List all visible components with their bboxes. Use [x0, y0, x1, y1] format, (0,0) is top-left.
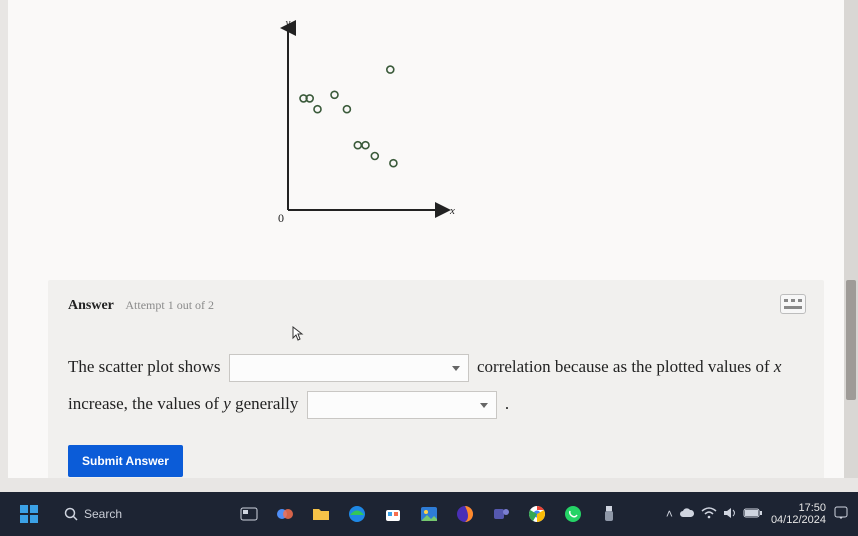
sentence-part1: The scatter plot shows [68, 357, 221, 376]
submit-answer-button[interactable]: Submit Answer [68, 445, 183, 477]
chrome-icon[interactable] [524, 501, 550, 527]
cloud-icon[interactable] [679, 507, 695, 522]
scatter-plot: y x 0 [258, 20, 458, 230]
var-y: y [223, 394, 231, 413]
whatsapp-icon[interactable] [560, 501, 586, 527]
taskbar-pinned-apps [236, 501, 622, 527]
edge-icon[interactable] [344, 501, 370, 527]
answer-label: Answer [68, 298, 114, 313]
search-placeholder: Search [84, 507, 122, 521]
firefox-icon[interactable] [452, 501, 478, 527]
chevron-up-icon[interactable]: ˄ [666, 507, 673, 521]
sentence-part4: generally [235, 394, 298, 413]
taskbar-search[interactable]: Search [54, 503, 132, 525]
notifications-icon[interactable] [834, 506, 848, 523]
answer-panel: Answer Attempt 1 out of 2 The scatter pl… [48, 280, 824, 478]
teams-icon[interactable] [488, 501, 514, 527]
search-icon [64, 507, 78, 521]
vertical-scrollbar[interactable] [844, 0, 858, 478]
taskbar-tray: ˄ 17:50 04/12/2024 [666, 502, 848, 526]
clock-date: 04/12/2024 [771, 514, 826, 526]
battery-icon[interactable] [743, 507, 763, 521]
page-content: y x 0 Answer Attempt 1 out of 2 The scat… [8, 0, 844, 478]
volume-icon[interactable] [723, 507, 737, 522]
keyboard-icon[interactable] [780, 294, 806, 314]
answer-sentence: The scatter plot shows correlation becau… [68, 348, 804, 423]
cursor-icon [292, 326, 304, 342]
file-explorer-icon[interactable] [308, 501, 334, 527]
clock-time: 17:50 [771, 502, 826, 514]
copilot-icon[interactable] [272, 501, 298, 527]
start-button[interactable] [14, 499, 44, 529]
store-icon[interactable] [380, 501, 406, 527]
taskbar: Search ˄ 17:50 04/12/2024 [0, 492, 858, 536]
correlation-dropdown[interactable] [229, 354, 469, 382]
wifi-icon[interactable] [701, 507, 717, 522]
answer-header: Answer Attempt 1 out of 2 [68, 298, 804, 314]
svg-text:0: 0 [278, 211, 284, 225]
photos-icon[interactable] [416, 501, 442, 527]
trend-dropdown[interactable] [307, 391, 497, 419]
scroll-thumb[interactable] [846, 280, 856, 400]
sentence-part2: correlation because as the plotted value… [477, 357, 770, 376]
taskbar-clock[interactable]: 17:50 04/12/2024 [771, 502, 826, 526]
svg-text:x: x [449, 205, 455, 217]
attempt-text: Attempt 1 out of 2 [125, 298, 214, 312]
task-view-icon[interactable] [236, 501, 262, 527]
usb-icon[interactable] [596, 501, 622, 527]
svg-text:y: y [285, 20, 291, 29]
sentence-part3: increase, the values of [68, 394, 219, 413]
var-x: x [774, 357, 782, 376]
